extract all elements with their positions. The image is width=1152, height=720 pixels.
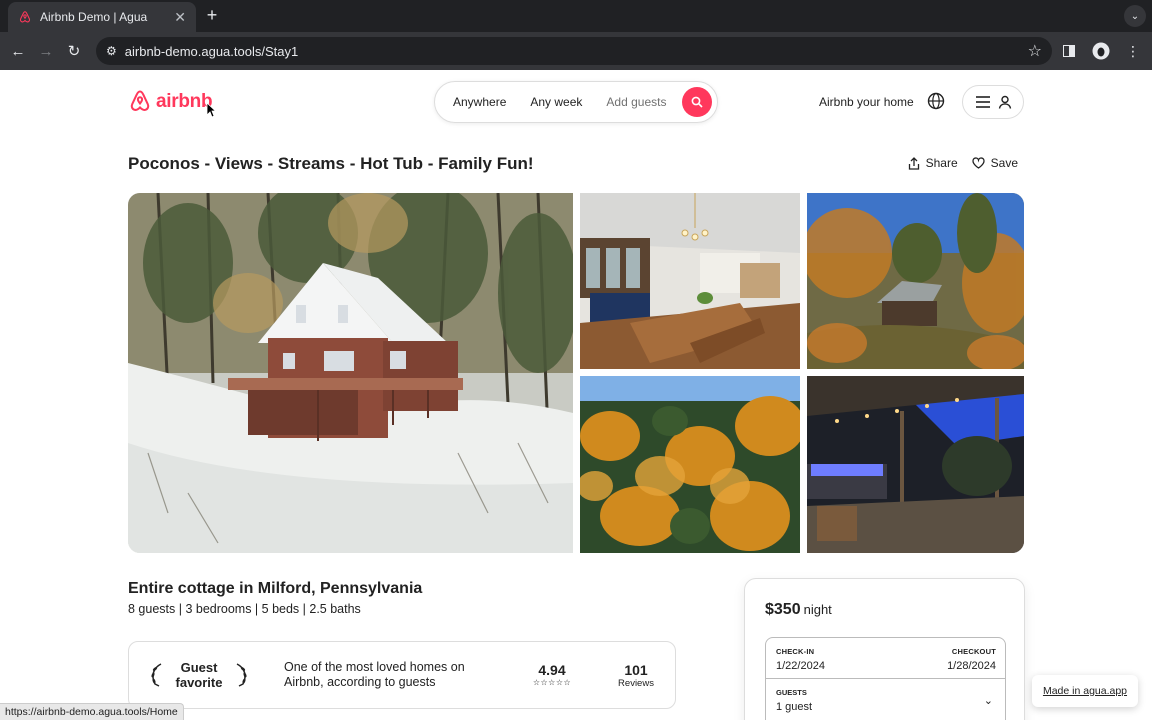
chevron-down-icon[interactable]: ⌄ (984, 694, 993, 707)
booking-card: $350 night CHECK-IN 1/22/2024 CHECKOUT 1/… (744, 578, 1025, 720)
globe-icon[interactable] (927, 92, 945, 110)
mouse-cursor-icon (206, 102, 216, 118)
guest-favorite-badge: Guest favorite (149, 660, 249, 690)
logo-text: airbnb (156, 91, 213, 112)
airbnb-logo[interactable]: airbnb (128, 89, 213, 115)
checkin-label: CHECK-IN (776, 647, 815, 656)
search-bar[interactable]: Anywhere Any week Add guests (434, 81, 718, 123)
host-your-home-link[interactable]: Airbnb your home (819, 95, 914, 109)
search-when[interactable]: Any week (530, 95, 582, 109)
guests-label: GUESTS (776, 688, 807, 697)
guest-favorite-description: One of the most loved homes on Airbnb, a… (284, 660, 465, 689)
date-guest-selector: CHECK-IN 1/22/2024 CHECKOUT 1/28/2024 GU… (765, 637, 1006, 720)
guests-value: 1 guest (776, 701, 813, 713)
checkout-label: CHECKOUT (951, 647, 996, 656)
airbnb-logo-icon (130, 90, 150, 111)
reviews-label: Reviews (618, 678, 654, 689)
search-who[interactable]: Add guests (606, 95, 666, 109)
photo-dining-room[interactable] (580, 193, 800, 369)
hamburger-menu-icon (975, 96, 990, 108)
photo-cabin-autumn[interactable] (807, 193, 1024, 369)
save-button[interactable]: Save (971, 156, 1018, 170)
share-label: Share (925, 156, 958, 170)
user-menu-button[interactable] (962, 85, 1024, 119)
search-where[interactable]: Anywhere (453, 95, 506, 109)
listing-details: 8 guests | 3 bedrooms | 5 beds | 2.5 bat… (128, 602, 361, 616)
reviews-block[interactable]: 101 Reviews (615, 662, 657, 689)
laurel-right-icon (236, 663, 247, 687)
rating-stars-icon: ☆☆☆☆☆ (532, 678, 572, 687)
price-block: $350 night (765, 601, 832, 619)
guests-field[interactable]: GUESTS 1 guest ⌄ (766, 678, 1005, 720)
reload-icon[interactable]: ↻ (60, 37, 88, 65)
nightly-price: $350 (765, 601, 801, 618)
save-label: Save (990, 156, 1018, 170)
reviews-count: 101 (624, 662, 648, 678)
back-arrow-icon[interactable]: ← (4, 37, 32, 65)
checkin-field[interactable]: CHECK-IN 1/22/2024 (766, 638, 886, 678)
listing-title: Poconos - Views - Streams - Hot Tub - Fa… (128, 154, 534, 173)
browser-menu-icon[interactable]: ⋮ (1122, 37, 1144, 65)
user-icon (998, 95, 1011, 109)
address-bar[interactable]: ⚙ airbnb-demo.agua.tools/Stay1 ☆ (96, 37, 1052, 65)
search-icon (691, 96, 703, 108)
made-in-agua-link[interactable]: Made in agua.app (1032, 675, 1138, 707)
photo-autumn-forest[interactable] (580, 376, 800, 553)
guest-favorite-card[interactable]: Guest favorite One of the most loved hom… (128, 641, 676, 709)
listing-subtitle: Entire cottage in Milford, Pennsylvania (128, 580, 423, 597)
side-panel-icon[interactable] (1058, 37, 1080, 65)
rating-value: 4.94 (538, 662, 566, 678)
browser-toolbar: ← → ↻ ⚙ airbnb-demo.agua.tools/Stay1 ☆ ⋮ (0, 32, 1152, 70)
share-icon (908, 156, 919, 170)
profile-avatar-icon[interactable] (1090, 37, 1112, 65)
browser-tab-bar: Airbnb Demo | Agua ✕ + ⌄ (0, 0, 1152, 32)
laurel-left-icon (151, 663, 162, 687)
status-bar-url: https://airbnb-demo.agua.tools/Home (0, 703, 184, 720)
tab-title: Airbnb Demo | Agua (40, 10, 148, 24)
photo-exterior-snow[interactable] (128, 193, 573, 553)
share-button[interactable]: Share (908, 156, 958, 170)
tab-search-button[interactable]: ⌄ (1124, 5, 1146, 27)
url-text[interactable]: airbnb-demo.agua.tools/Stay1 (125, 44, 1028, 59)
new-tab-button[interactable]: + (202, 6, 222, 26)
checkin-value: 1/22/2024 (776, 660, 825, 672)
price-unit: night (803, 602, 832, 617)
page-content: airbnb Anywhere Any week Add guests Airb… (0, 70, 1152, 720)
forward-arrow-icon[interactable]: → (32, 37, 60, 65)
rating-block: 4.94 ☆☆☆☆☆ (529, 662, 575, 687)
airbnb-favicon-icon (18, 10, 32, 24)
photo-gallery (128, 193, 1024, 553)
bookmark-star-icon[interactable]: ☆ (1028, 41, 1042, 61)
heart-icon (971, 157, 985, 169)
listing-actions: Share Save (908, 156, 1018, 170)
search-button[interactable] (682, 87, 712, 117)
checkout-value: 1/28/2024 (947, 660, 996, 672)
site-settings-icon[interactable]: ⚙ (106, 44, 117, 58)
guest-favorite-label: Guest favorite (175, 660, 223, 690)
photo-hot-tub-night[interactable] (807, 376, 1024, 553)
checkout-field[interactable]: CHECKOUT 1/28/2024 (886, 638, 1006, 678)
browser-tab[interactable]: Airbnb Demo | Agua ✕ (8, 2, 196, 32)
close-tab-icon[interactable]: ✕ (174, 9, 186, 26)
